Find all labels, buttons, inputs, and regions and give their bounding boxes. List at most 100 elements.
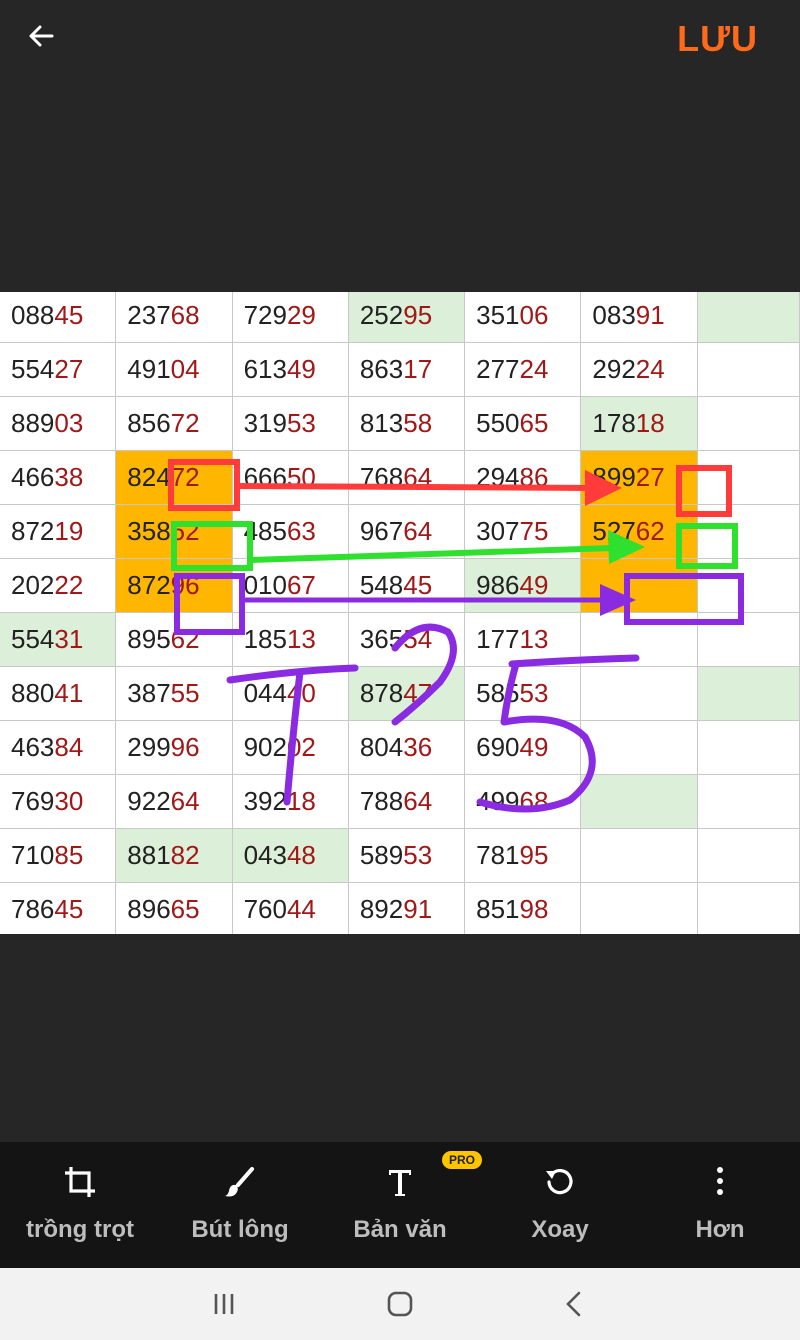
save-button[interactable]: LƯU <box>677 18 758 60</box>
number-head: 088 <box>11 300 55 330</box>
table-row: 46638 82472 66650 76864 29486 89927 <box>0 450 800 505</box>
rotate-icon <box>546 1168 573 1195</box>
more-vertical-icon <box>717 1167 723 1195</box>
table-cell <box>696 774 800 829</box>
table-cell: 23768 <box>115 292 233 343</box>
number-head: 872 <box>127 570 171 600</box>
table-cell <box>696 720 800 775</box>
edited-image[interactable]: 08845 23768 72929 25295 35106 08391 55427 49104… <box>0 292 800 934</box>
table-cell <box>580 612 698 667</box>
table-cell: 55431 <box>0 612 117 667</box>
number-tail: 45 <box>54 894 84 924</box>
table-cell: 49104 <box>115 342 233 397</box>
number-tail: 03 <box>54 408 84 438</box>
number-tail: 30 <box>54 786 84 816</box>
number-head: 889 <box>11 408 55 438</box>
crop-tool[interactable]: trồng trọt <box>0 1142 160 1268</box>
system-nav-bar <box>0 1268 800 1340</box>
number-head: 851 <box>476 894 520 924</box>
number-tail: 72 <box>170 462 200 492</box>
number-head: 202 <box>11 570 55 600</box>
number-head: 856 <box>127 408 171 438</box>
table-cell <box>696 292 800 343</box>
table-row: 88903 85672 31953 81358 55065 17818 <box>0 396 800 451</box>
brush-tool[interactable]: Bút lông <box>160 1142 320 1268</box>
number-head: 786 <box>11 894 55 924</box>
number-head: 277 <box>476 354 520 384</box>
number-head: 760 <box>243 894 287 924</box>
number-head: 613 <box>243 354 287 384</box>
table-cell: 36554 <box>347 612 466 667</box>
table-cell: 04348 <box>231 828 349 883</box>
recent-apps-button[interactable] <box>204 1286 244 1322</box>
number-head: 043 <box>243 840 287 870</box>
number-head: 902 <box>243 732 287 762</box>
table-cell: 27724 <box>464 342 582 397</box>
table-cell: 78864 <box>347 774 466 829</box>
table-cell: 55065 <box>464 396 582 451</box>
number-head: 365 <box>359 624 404 654</box>
back-button[interactable] <box>22 18 62 58</box>
table-cell: 17818 <box>580 396 698 451</box>
table-cell: 96764 <box>347 504 466 559</box>
table-cell <box>580 558 698 613</box>
number-head: 351 <box>476 300 520 330</box>
table-cell: 92264 <box>115 774 233 829</box>
number-head: 710 <box>11 840 55 870</box>
table-cell: 72929 <box>231 292 349 343</box>
number-tail: 95 <box>403 300 433 330</box>
table-cell: 82472 <box>115 450 233 505</box>
number-tail: 50 <box>286 462 316 492</box>
number-head: 813 <box>359 408 404 438</box>
home-button[interactable] <box>380 1286 420 1322</box>
number-tail: 44 <box>286 894 316 924</box>
table-cell: 17713 <box>464 612 582 667</box>
number-tail: 48 <box>286 840 316 870</box>
number-tail: 38 <box>54 462 84 492</box>
number-tail: 27 <box>635 462 665 492</box>
table-cell <box>696 396 800 451</box>
number-tail: 13 <box>286 624 316 654</box>
number-head: 548 <box>359 570 404 600</box>
nav-back-button[interactable] <box>554 1286 594 1322</box>
table-cell: 76044 <box>231 882 349 934</box>
table-cell <box>580 720 698 775</box>
number-head: 895 <box>127 624 171 654</box>
table-cell: 30775 <box>464 504 582 559</box>
number-head: 252 <box>359 300 404 330</box>
table-cell: 81358 <box>347 396 466 451</box>
table-row: 78645 89665 76044 89291 85198 <box>0 882 800 934</box>
rotate-tool[interactable]: Xoay <box>480 1142 640 1268</box>
number-tail: 04 <box>170 354 200 384</box>
table-cell: 46384 <box>0 720 117 775</box>
table-cell <box>580 882 698 934</box>
number-tail: 58 <box>403 408 433 438</box>
table-cell <box>580 774 698 829</box>
more-label: Hơn <box>695 1216 745 1243</box>
number-tail: 47 <box>403 678 433 708</box>
table-cell: 01067 <box>231 558 349 613</box>
table-cell: 88182 <box>115 828 233 883</box>
number-head: 185 <box>243 624 287 654</box>
table-cell: 98649 <box>464 558 582 613</box>
table-cell: 71085 <box>0 828 117 883</box>
text-label: Bản văn <box>353 1216 447 1243</box>
crop-label: trồng trọt <box>26 1216 134 1243</box>
number-head: 967 <box>359 516 404 546</box>
number-tail: 65 <box>170 894 200 924</box>
number-tail: 82 <box>170 840 200 870</box>
number-tail: 62 <box>635 516 665 546</box>
table-cell: 25295 <box>347 292 466 343</box>
table-row: 08845 23768 72929 25295 35106 08391 <box>0 292 800 343</box>
table-cell: 90202 <box>231 720 349 775</box>
number-tail: 31 <box>54 624 84 654</box>
table-cell: 29996 <box>115 720 233 775</box>
number-tail: 27 <box>54 354 84 384</box>
number-head: 986 <box>476 570 520 600</box>
more-tool[interactable]: Hơn <box>640 1142 800 1268</box>
table-cell: 38755 <box>115 666 233 721</box>
number-head: 585 <box>476 678 520 708</box>
table-row: 76930 92264 39218 78864 49968 <box>0 774 800 829</box>
number-head: 010 <box>243 570 287 600</box>
number-tail: 86 <box>519 462 549 492</box>
